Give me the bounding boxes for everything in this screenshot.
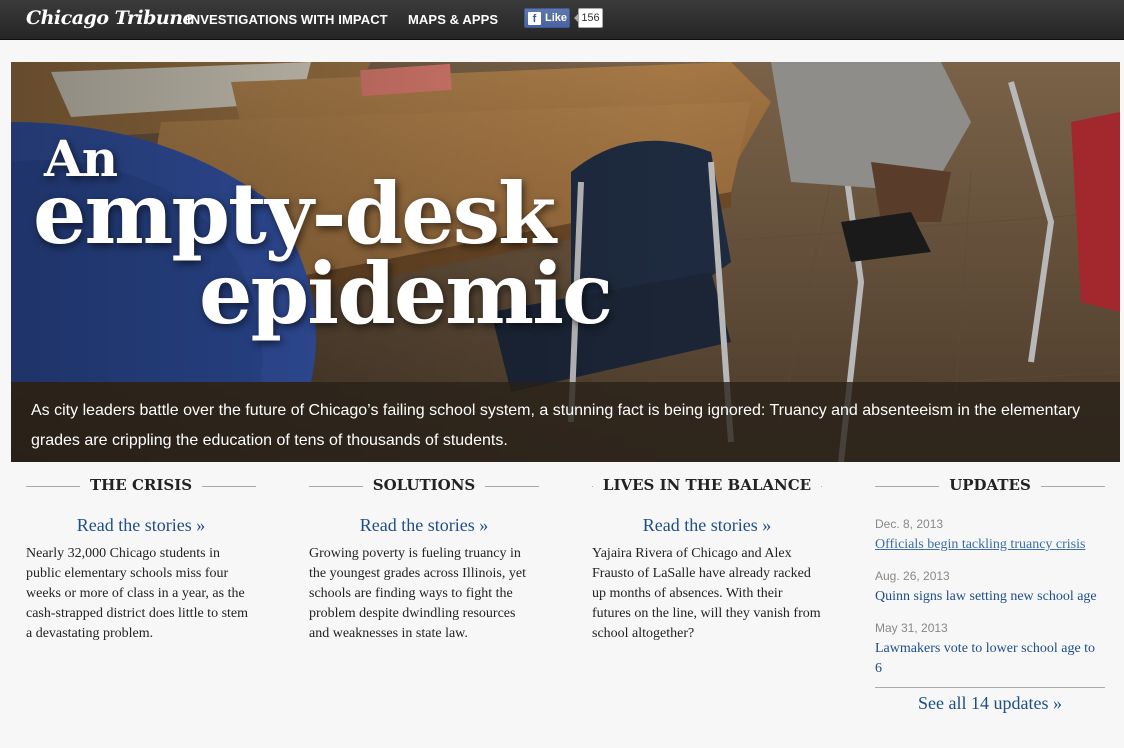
facebook-icon: f <box>528 11 541 25</box>
read-the-stories-link[interactable]: Read the stories » <box>26 515 256 536</box>
section-heading: LIVES IN THE BALANCE <box>592 476 822 498</box>
facebook-like-label: Like <box>545 12 568 24</box>
update-item: Aug. 26, 2013 Quinn signs law setting ne… <box>875 569 1105 607</box>
hero-dek: As city leaders battle over the future o… <box>11 382 1120 462</box>
section-updates: UPDATES Dec. 8, 2013 Officials begin tac… <box>875 476 1105 714</box>
chicago-tribune-logo[interactable]: Chicago Tribune <box>26 7 195 29</box>
updates-list: Dec. 8, 2013 Officials begin tackling tr… <box>875 517 1105 679</box>
update-link[interactable]: Officials begin tackling truancy crisis <box>875 535 1105 555</box>
facebook-like-count: 156 <box>574 8 603 28</box>
read-the-stories-link[interactable]: Read the stories » <box>592 515 822 536</box>
section-heading: UPDATES <box>875 476 1105 498</box>
section-lives-in-the-balance: LIVES IN THE BALANCE Read the stories » … <box>592 476 822 644</box>
top-navigation-bar: Chicago Tribune INVESTIGATIONS WITH IMPA… <box>0 0 1124 40</box>
update-link[interactable]: Quinn signs law setting new school age <box>875 587 1105 607</box>
section-blurb: Yajaira Rivera of Chicago and Alex Fraus… <box>592 546 821 641</box>
hero-banner: An empty-desk epidemic As city leaders b… <box>11 62 1120 462</box>
section-blurb: Growing poverty is fueling truancy in th… <box>309 546 526 641</box>
updates-divider <box>875 687 1105 688</box>
update-item: May 31, 2013 Lawmakers vote to lower sch… <box>875 621 1105 679</box>
update-date: May 31, 2013 <box>875 621 948 635</box>
headline-line-3: epidemic <box>199 244 613 343</box>
update-item: Dec. 8, 2013 Officials begin tackling tr… <box>875 517 1105 555</box>
section-blurb: Nearly 32,000 Chicago students in public… <box>26 546 249 641</box>
see-all-updates-link[interactable]: See all 14 updates » <box>875 693 1105 714</box>
read-the-stories-link[interactable]: Read the stories » <box>309 515 539 536</box>
section-heading: SOLUTIONS <box>309 476 539 498</box>
section-the-crisis: THE CRISIS Read the stories » Nearly 32,… <box>26 476 256 644</box>
section-heading: THE CRISIS <box>26 476 256 498</box>
update-date: Dec. 8, 2013 <box>875 517 944 531</box>
update-link[interactable]: Lawmakers vote to lower school age to 6 <box>875 639 1105 679</box>
nav-investigations-with-impact[interactable]: INVESTIGATIONS WITH IMPACT <box>187 12 388 27</box>
section-solutions: SOLUTIONS Read the stories » Growing pov… <box>309 476 539 644</box>
facebook-like-button[interactable]: f Like <box>524 8 570 28</box>
nav-maps-and-apps[interactable]: MAPS & APPS <box>408 12 498 27</box>
update-date: Aug. 26, 2013 <box>875 569 950 583</box>
